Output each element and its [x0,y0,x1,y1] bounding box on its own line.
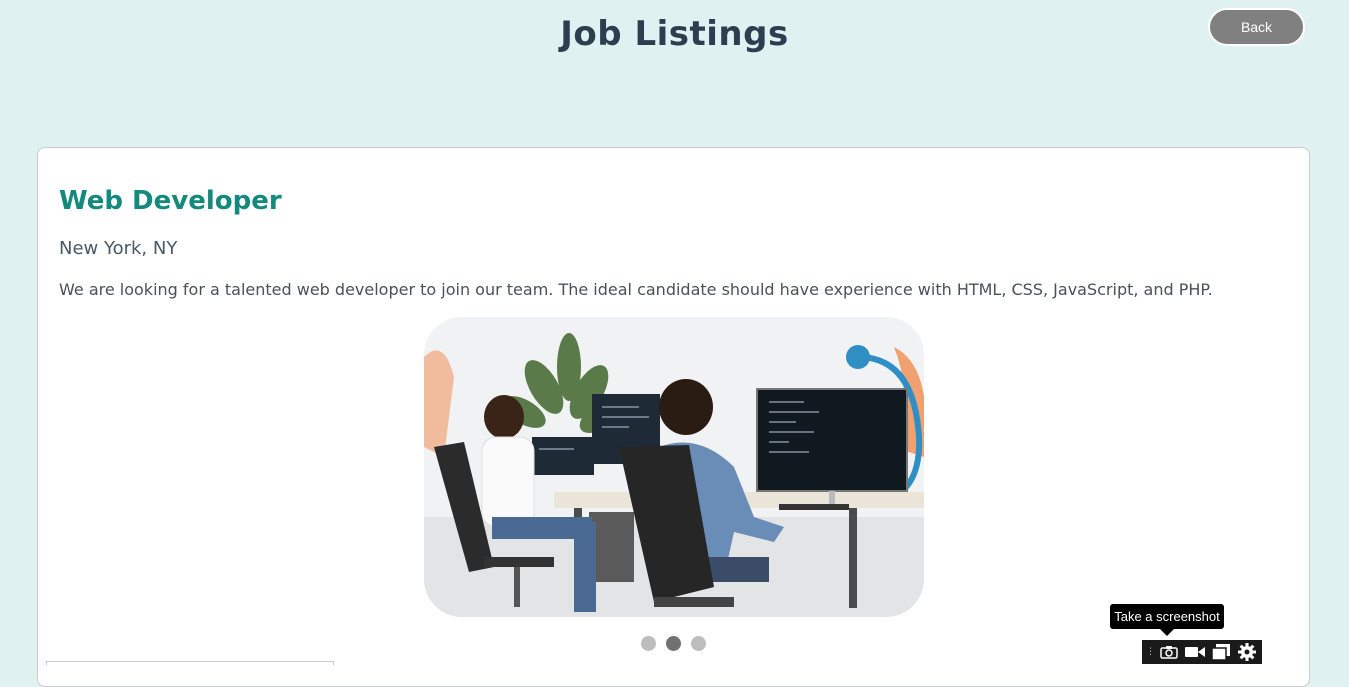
carousel-dots [38,636,1309,651]
drag-handle-icon[interactable]: ⋮ [1146,648,1155,657]
window-icon[interactable] [1210,642,1232,662]
carousel-dot-active[interactable] [666,636,681,651]
job-title: Web Developer [59,186,282,216]
page-title: Job Listings [560,14,789,54]
carousel-image [424,317,924,617]
job-location: New York, NY [59,238,178,259]
screenshot-toolbar: ⋮ [1142,640,1262,664]
screenshot-tooltip: Take a screenshot [1110,604,1224,636]
job-description: We are looking for a talented web develo… [59,280,1213,299]
carousel-dot[interactable] [691,636,706,651]
back-button[interactable]: Back [1208,8,1305,46]
carousel-dot[interactable] [641,636,656,651]
video-icon[interactable] [1184,642,1206,662]
gear-icon[interactable] [1236,642,1258,662]
camera-icon[interactable] [1158,642,1180,662]
office-photo-illustration [424,317,924,617]
partially-visible-field[interactable] [46,661,334,665]
